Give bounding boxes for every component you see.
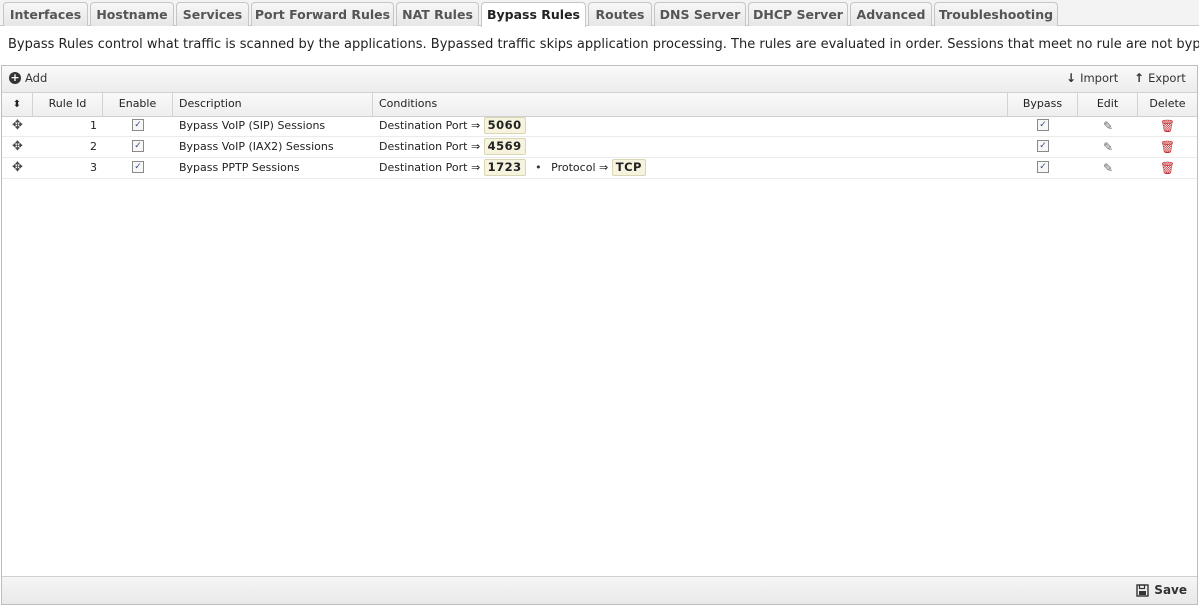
condition-value: 5060 xyxy=(483,117,526,134)
condition-operator: ⇒ xyxy=(470,161,481,174)
tab-interfaces[interactable]: Interfaces xyxy=(3,2,88,26)
tab-hostname[interactable]: Hostname xyxy=(90,2,174,26)
tab-advanced[interactable]: Advanced xyxy=(850,2,932,26)
condition-name: Destination Port xyxy=(379,161,468,174)
column-enable[interactable]: Enable xyxy=(103,93,173,116)
condition-operator: ⇒ xyxy=(470,140,481,153)
arrow-up-icon: ↑ xyxy=(1134,71,1145,85)
condition-value: 4569 xyxy=(483,138,526,155)
pencil-icon[interactable]: ✎ xyxy=(1078,116,1138,136)
rule-id: 3 xyxy=(90,161,97,174)
sort-header[interactable]: ⬍ xyxy=(2,93,33,116)
add-label: Add xyxy=(25,71,48,85)
move-icon[interactable]: ✥ xyxy=(2,116,33,136)
column-description[interactable]: Description xyxy=(173,93,373,116)
arrow-down-icon: ↓ xyxy=(1066,71,1077,85)
bypass-checkbox[interactable]: ✓ xyxy=(1008,116,1078,136)
tab-troubleshooting[interactable]: Troubleshooting xyxy=(934,2,1058,26)
bypass-checkbox[interactable]: ✓ xyxy=(1008,158,1078,178)
rule-description: Bypass PPTP Sessions xyxy=(179,161,300,174)
rule-id: 2 xyxy=(90,140,97,153)
table-row: ✥ 2 ✓ Bypass VoIP (IAX2) Sessions Destin… xyxy=(2,137,1197,158)
condition-operator: ⇒ xyxy=(599,161,609,174)
save-label: Save xyxy=(1154,583,1187,597)
rule-conditions: Destination Port ⇒ 1723 • Protocol ⇒ TCP xyxy=(373,158,1008,178)
floppy-icon xyxy=(1136,583,1149,597)
condition-value: 1723 xyxy=(483,159,526,176)
tab-bar: Interfaces Hostname Services Port Forwar… xyxy=(0,0,1199,27)
rule-description: Bypass VoIP (IAX2) Sessions xyxy=(179,140,334,153)
enable-checkbox[interactable]: ✓ xyxy=(103,116,173,136)
grid-toolbar: + Add ↓ Import ↑ Export xyxy=(2,66,1197,93)
import-button[interactable]: ↓ Import xyxy=(1066,71,1118,85)
rule-description: Bypass VoIP (SIP) Sessions xyxy=(179,119,326,132)
save-button[interactable]: Save xyxy=(1136,583,1187,597)
export-label: Export xyxy=(1148,71,1186,85)
column-edit[interactable]: Edit xyxy=(1078,93,1138,116)
trash-icon[interactable]: 🗑 xyxy=(1138,116,1197,136)
tab-port-forward-rules[interactable]: Port Forward Rules xyxy=(251,2,394,26)
column-rule-id[interactable]: Rule Id xyxy=(33,93,103,116)
page-description: Bypass Rules control what traffic is sca… xyxy=(8,37,1199,52)
tab-dhcp-server[interactable]: DHCP Server xyxy=(748,2,848,26)
export-button[interactable]: ↑ Export xyxy=(1134,71,1186,85)
grid-header: ⬍ Rule Id Enable Description Conditions … xyxy=(2,93,1197,117)
move-icon[interactable]: ✥ xyxy=(2,158,33,178)
grid-footer: Save xyxy=(2,576,1197,604)
condition-value: TCP xyxy=(611,159,646,176)
import-label: Import xyxy=(1080,71,1119,85)
rule-id: 1 xyxy=(90,119,97,132)
condition-separator: • xyxy=(535,161,542,174)
tab-dns-server[interactable]: DNS Server xyxy=(654,2,746,26)
column-conditions[interactable]: Conditions xyxy=(373,93,1008,116)
enable-checkbox[interactable]: ✓ xyxy=(103,158,173,178)
pencil-icon[interactable]: ✎ xyxy=(1078,158,1138,178)
condition-name: Destination Port xyxy=(379,140,468,153)
condition-name: Protocol xyxy=(551,161,596,174)
rule-conditions: Destination Port ⇒ 5060 xyxy=(373,116,1008,136)
table-row: ✥ 3 ✓ Bypass PPTP Sessions Destination P… xyxy=(2,158,1197,179)
sort-icon: ⬍ xyxy=(12,99,22,110)
tab-bypass-rules[interactable]: Bypass Rules xyxy=(481,2,586,27)
bypass-rules-grid: + Add ↓ Import ↑ Export ⬍ Rule Id Enable… xyxy=(1,65,1198,605)
condition-name: Destination Port xyxy=(379,119,468,132)
move-icon[interactable]: ✥ xyxy=(2,137,33,157)
add-button[interactable]: + Add xyxy=(9,71,47,85)
table-row: ✥ 1 ✓ Bypass VoIP (SIP) Sessions Destina… xyxy=(2,116,1197,137)
rule-conditions: Destination Port ⇒ 4569 xyxy=(373,137,1008,157)
enable-checkbox[interactable]: ✓ xyxy=(103,137,173,157)
tab-nat-rules[interactable]: NAT Rules xyxy=(396,2,479,26)
plus-circle-icon: + xyxy=(9,71,21,84)
tab-routes[interactable]: Routes xyxy=(588,2,652,26)
trash-icon[interactable]: 🗑 xyxy=(1138,158,1197,178)
condition-operator: ⇒ xyxy=(470,119,481,132)
pencil-icon[interactable]: ✎ xyxy=(1078,137,1138,157)
trash-icon[interactable]: 🗑 xyxy=(1138,137,1197,157)
column-delete[interactable]: Delete xyxy=(1138,93,1197,116)
column-bypass[interactable]: Bypass xyxy=(1008,93,1078,116)
bypass-checkbox[interactable]: ✓ xyxy=(1008,137,1078,157)
tab-services[interactable]: Services xyxy=(176,2,249,26)
